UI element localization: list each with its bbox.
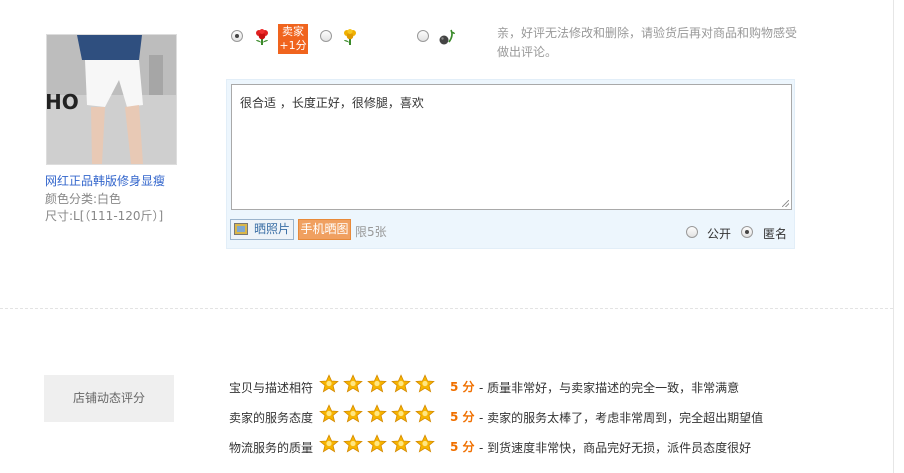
star-icon[interactable] [319, 404, 339, 424]
comment-text: 很合适 ，长度正好，很修腿，喜欢 [240, 96, 424, 110]
rating-neutral-radio[interactable] [320, 30, 332, 42]
resize-grip-icon[interactable] [782, 200, 789, 207]
section-divider [0, 308, 893, 309]
score-value: 5 分 [450, 440, 475, 454]
comment-textarea[interactable]: 很合适 ，长度正好，很修腿，喜欢 [231, 84, 792, 210]
star-icon[interactable] [343, 374, 363, 394]
score-row-label: 卖家的服务态度 [229, 411, 314, 425]
score-description: - 到货速度非常快，商品完好无损，派件员态度很好 [479, 441, 752, 455]
score-row-logistics: 物流服务的质量 5 分 - 到货速度非常快，商品完好无损，派件员态度很好 [229, 434, 869, 460]
product-title-link[interactable]: 网红正品韩版修身显瘦 [45, 172, 165, 189]
seller-badge-line1: 卖家 [282, 25, 304, 38]
product-size: 尺寸:L[（111-120斤）] [45, 209, 164, 223]
score-description: - 卖家的服务太棒了，考虑非常周到，完全超出期望值 [479, 411, 764, 425]
rating-bad-radio[interactable] [417, 30, 429, 42]
shop-score-button[interactable]: 店铺动态评分 [44, 375, 174, 422]
rating-tip: 亲，好评无法修改和删除，请验货后再对商品和购物感受做出评论。 [497, 26, 798, 59]
product-color: 颜色分类:白色 [45, 192, 122, 206]
score-row-label: 宝贝与描述相符 [229, 381, 314, 395]
visibility-public-label: 公开 [707, 227, 732, 241]
star-icon[interactable] [391, 374, 411, 394]
score-value: 5 分 [450, 380, 475, 394]
product-photo: HO [47, 35, 176, 164]
star-rating[interactable] [319, 374, 439, 396]
upload-photo-label: 晒照片 [254, 222, 291, 236]
score-value: 5 分 [450, 410, 475, 424]
good-rating-flower-icon [256, 29, 268, 45]
product-thumbnail[interactable]: HO [46, 34, 177, 165]
score-row-description: 宝贝与描述相符 5 分 - 质量非常好，与卖家描述的完全一致，非常满意 [229, 374, 869, 400]
rating-good-radio[interactable] [231, 30, 243, 42]
star-icon[interactable] [415, 374, 435, 394]
star-icon[interactable] [343, 434, 363, 454]
upload-photo-button[interactable]: 晒照片 [230, 219, 294, 240]
mobile-photo-button[interactable]: 手机晒图 [298, 219, 351, 240]
star-rating[interactable] [319, 434, 439, 456]
photo-limit: 限5张 [355, 225, 387, 239]
star-icon[interactable] [343, 404, 363, 424]
star-icon[interactable] [319, 374, 339, 394]
visibility-public-radio[interactable] [686, 226, 698, 238]
seller-bonus-badge: 卖家 +1分 [278, 24, 308, 54]
star-icon[interactable] [367, 434, 387, 454]
seller-badge-line2: +1分 [279, 39, 307, 52]
star-icon[interactable] [415, 434, 435, 454]
score-row-label: 物流服务的质量 [229, 441, 314, 455]
score-row-service: 卖家的服务态度 5 分 - 卖家的服务太棒了，考虑非常周到，完全超出期望值 [229, 404, 869, 430]
star-icon[interactable] [367, 374, 387, 394]
score-description: - 质量非常好，与卖家描述的完全一致，非常满意 [479, 381, 740, 395]
star-icon[interactable] [415, 404, 435, 424]
thumb-print-text: HO [47, 90, 79, 114]
photo-icon [234, 223, 248, 235]
star-icon[interactable] [391, 404, 411, 424]
visibility-anonymous-radio[interactable] [741, 226, 753, 238]
star-rating[interactable] [319, 404, 439, 426]
right-border [893, 0, 894, 473]
neutral-rating-flower-icon [344, 29, 356, 45]
visibility-anonymous-label: 匿名 [763, 227, 788, 241]
bad-rating-icon [439, 29, 455, 45]
star-icon[interactable] [391, 434, 411, 454]
star-icon[interactable] [367, 404, 387, 424]
star-icon[interactable] [319, 434, 339, 454]
